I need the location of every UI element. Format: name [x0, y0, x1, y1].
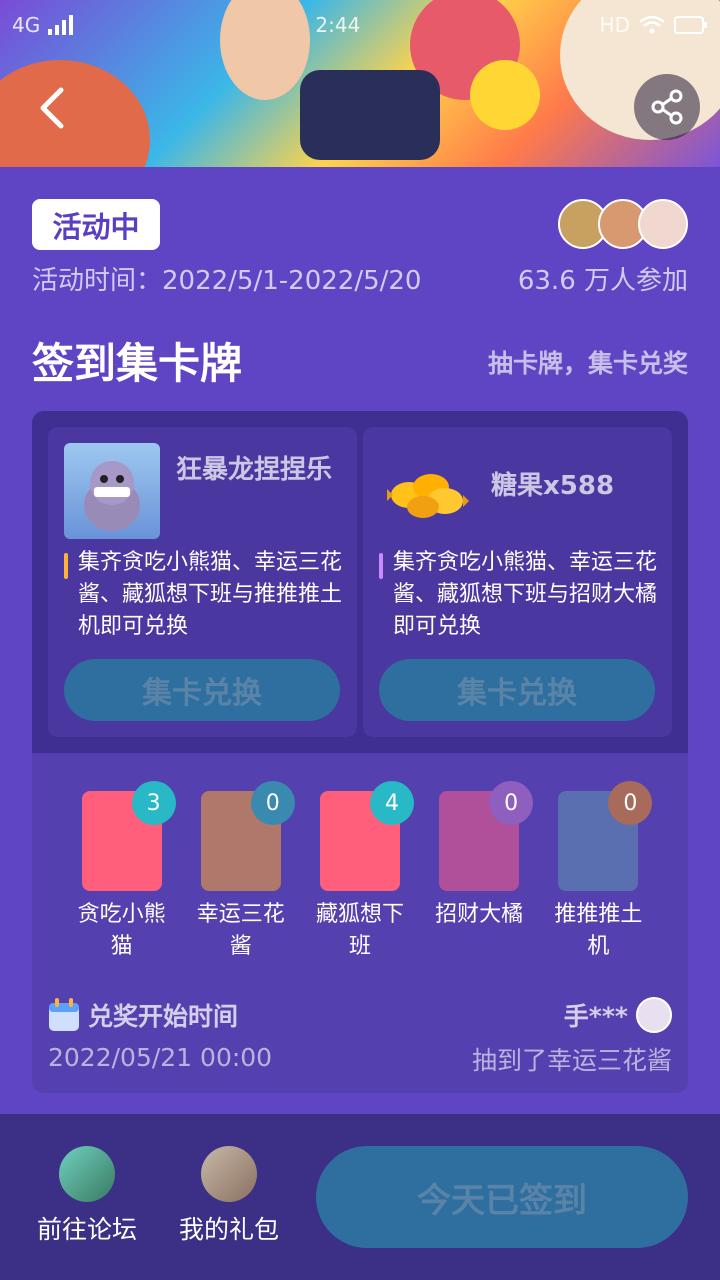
card-count-badge: 0: [608, 781, 653, 825]
reward-description: 集齐贪吃小熊猫、幸运三花酱、藏狐想下班与推推推土机即可兑换: [64, 547, 343, 643]
avatar: [638, 199, 688, 249]
card-image: 4: [319, 781, 414, 891]
card-name: 推推推土机: [554, 902, 643, 959]
reward-card: 糖果x588 集齐贪吃小熊猫、幸运三花酱、藏狐想下班与招财大橘即可兑换 集卡兑换: [363, 427, 672, 737]
activity-info-row: 活动时间：2022/5/1-2022/5/20 63.6 万人参加: [32, 260, 688, 297]
card-count-badge: 4: [369, 781, 414, 825]
checked-in-button[interactable]: 今天已签到: [316, 1146, 688, 1248]
collect-card[interactable]: 4 藏狐想下班: [310, 781, 414, 963]
broadcast-message: 抽到了幸运三花酱: [471, 1046, 672, 1075]
card-name: 藏狐想下班: [315, 902, 404, 959]
banner-character: [470, 60, 540, 130]
redeem-start-label: 兑奖开始时间: [88, 1002, 239, 1031]
banner-image: 4G 2:44 HD: [0, 0, 720, 167]
calendar-icon: [49, 998, 79, 1031]
forum-label: 前往论坛: [36, 1215, 137, 1244]
card-name: 招财大橘: [435, 902, 524, 927]
gift-icon: [201, 1146, 257, 1202]
card-list: 3 贪吃小熊猫 0 幸运三花酱 4 藏狐想下班 0 招财大橘 0 推推推土机: [32, 781, 688, 963]
activity-time: 活动时间：2022/5/1-2022/5/20: [32, 266, 422, 296]
avatar: [636, 997, 672, 1033]
hd-indicator: HD: [599, 13, 630, 37]
card-count-badge: 0: [489, 781, 534, 825]
draw-broadcast: 手*** 抽到了幸运三花酱: [472, 997, 672, 1077]
clock: 2:44: [315, 13, 361, 37]
participant-count: 63.6 万人参加: [517, 266, 688, 296]
back-button[interactable]: [22, 78, 82, 138]
participant-avatars: [558, 199, 688, 249]
broadcast-user: 手***: [563, 1002, 628, 1031]
redeem-start-info: 兑奖开始时间 2022/05/21 00:00: [48, 997, 272, 1072]
collect-card[interactable]: 3 贪吃小熊猫: [72, 781, 176, 963]
card-count-badge: 0: [250, 781, 295, 825]
section-subtitle: 抽卡牌，集卡兑奖: [487, 349, 688, 378]
card-count-badge: 3: [131, 781, 176, 825]
battery-icon: [673, 16, 707, 34]
candy-icon: [387, 474, 469, 518]
collect-card[interactable]: 0 招财大橘: [429, 781, 534, 963]
card-image: 0: [558, 781, 653, 891]
chevron-left-icon: [40, 87, 64, 129]
card-image: 3: [81, 781, 176, 891]
my-gifts-button[interactable]: 我的礼包: [174, 1146, 284, 1246]
reward-name: 狂暴龙捏捏乐: [176, 455, 333, 485]
redeem-start-date: 2022/05/21 00:00: [48, 1043, 273, 1072]
bottom-bar: 前往论坛 我的礼包 今天已签到: [0, 1114, 720, 1280]
collect-card[interactable]: 0 幸运三花酱: [191, 781, 295, 963]
status-badge: 活动中: [32, 199, 160, 250]
wifi-icon: [639, 15, 665, 34]
card-image: 0: [200, 781, 295, 891]
network-indicator: 4G: [12, 13, 41, 37]
share-icon: [651, 89, 683, 125]
card-image: 0: [439, 781, 534, 891]
banner-decoration: [300, 70, 440, 160]
redeem-button[interactable]: 集卡兑换: [64, 659, 340, 721]
forum-button[interactable]: 前往论坛: [32, 1146, 142, 1246]
reward-name: 糖果x588: [491, 471, 615, 501]
my-gifts-label: 我的礼包: [178, 1215, 279, 1244]
status-bar: 4G 2:44 HD: [12, 8, 708, 42]
card-collection-panel: 狂暴龙捏捏乐 集齐贪吃小熊猫、幸运三花酱、藏狐想下班与推推推土机即可兑换 集卡兑…: [32, 411, 688, 1093]
share-button[interactable]: [634, 74, 700, 140]
forum-icon: [59, 1146, 115, 1202]
collect-card[interactable]: 0 推推推土机: [548, 781, 653, 963]
dinosaur-icon: [84, 461, 140, 531]
dinosaur-toy-image: [64, 443, 160, 539]
rewards-area: 狂暴龙捏捏乐 集齐贪吃小熊猫、幸运三花酱、藏狐想下班与推推推土机即可兑换 集卡兑…: [32, 411, 688, 753]
card-name: 幸运三花酱: [196, 902, 285, 959]
card-name: 贪吃小熊猫: [77, 902, 166, 959]
candy-image: [379, 443, 475, 539]
redeem-button[interactable]: 集卡兑换: [379, 659, 655, 721]
reward-description: 集齐贪吃小熊猫、幸运三花酱、藏狐想下班与招财大橘即可兑换: [379, 547, 658, 643]
reward-card: 狂暴龙捏捏乐 集齐贪吃小熊猫、幸运三花酱、藏狐想下班与推推推土机即可兑换 集卡兑…: [48, 427, 357, 737]
signal-icon: [48, 15, 74, 35]
section-title: 签到集卡牌: [32, 339, 243, 388]
